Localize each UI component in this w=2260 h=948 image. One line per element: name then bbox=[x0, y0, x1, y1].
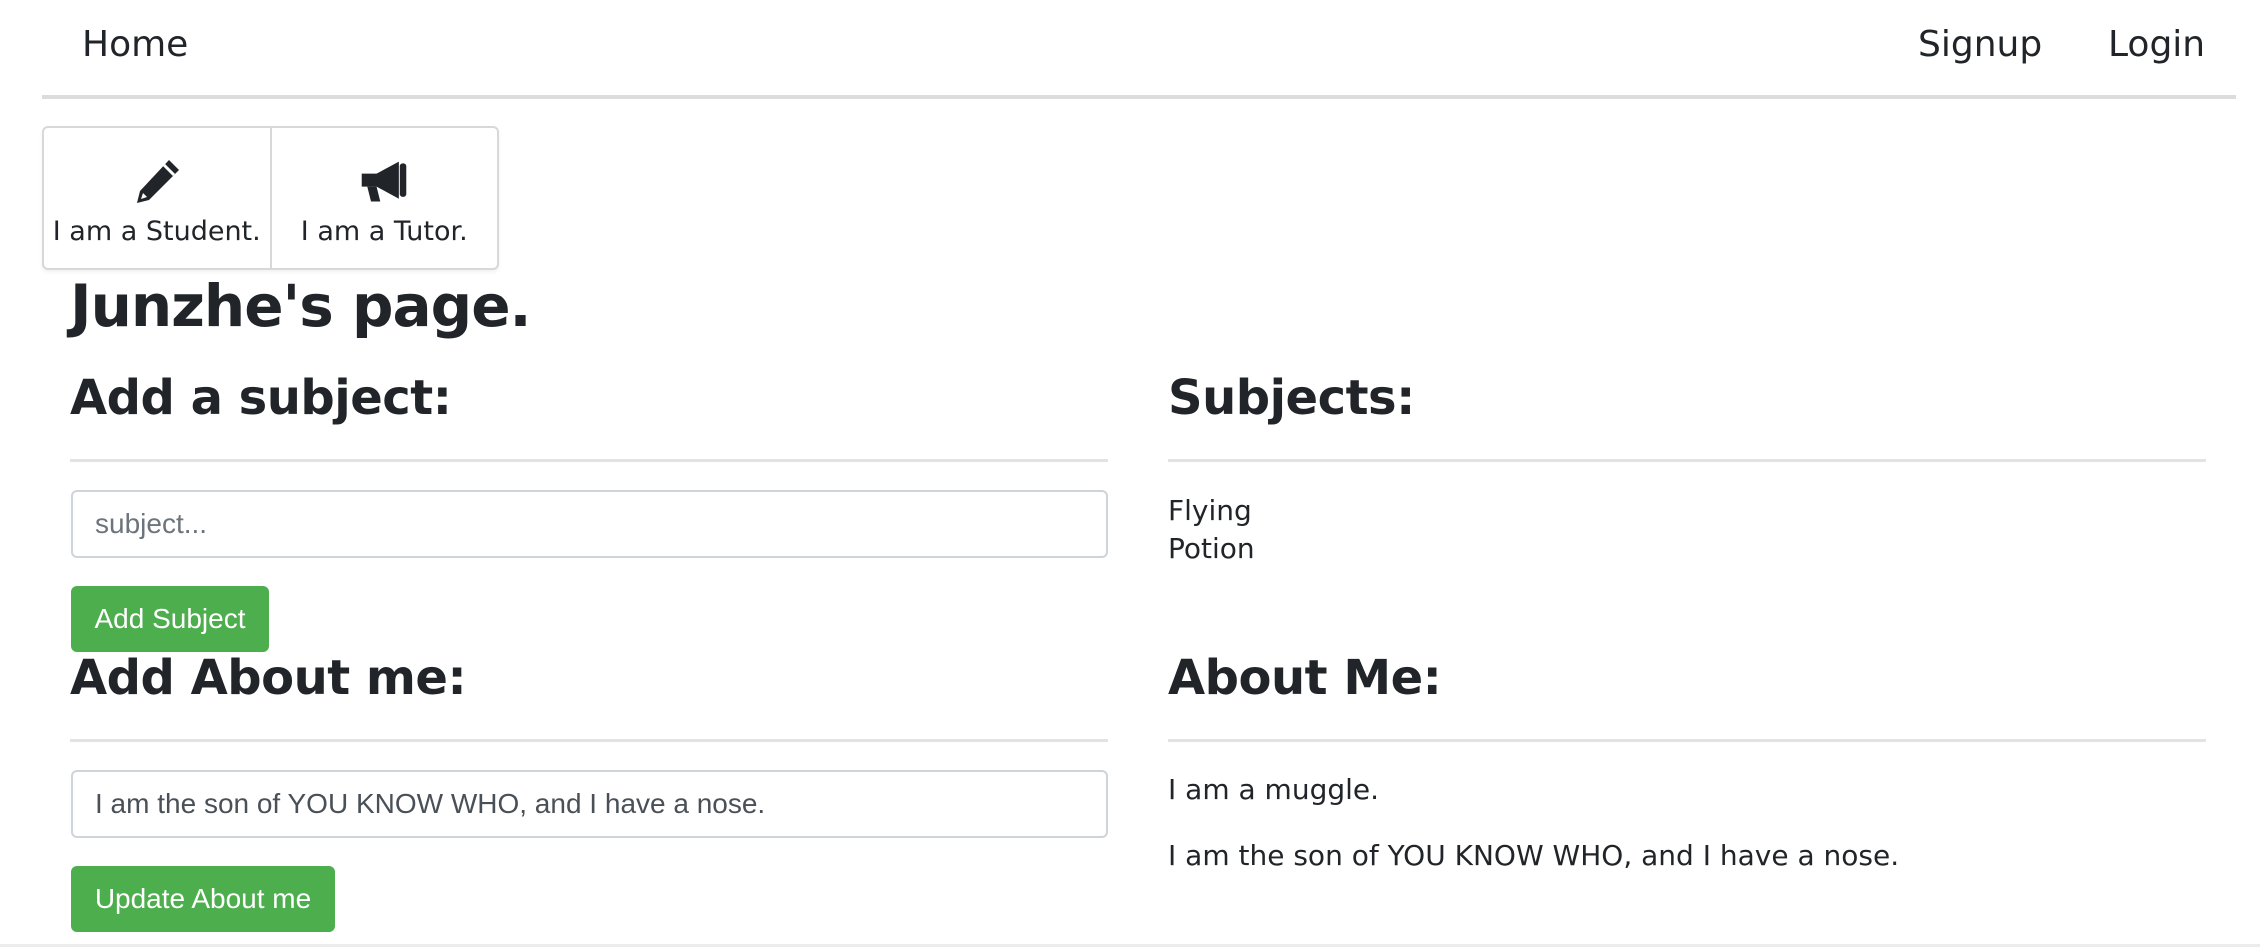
add-subject-heading: Add a subject: bbox=[70, 370, 452, 426]
subject-item: Flying bbox=[1168, 494, 1252, 527]
nav-signup-link[interactable]: Signup bbox=[1918, 24, 2042, 65]
role-selector: I am a Student. I am a Tutor. bbox=[42, 126, 499, 270]
megaphone-icon bbox=[361, 161, 407, 201]
subjects-heading: Subjects: bbox=[1168, 370, 1415, 426]
pencil-icon bbox=[136, 159, 179, 203]
page-title: Junzhe's page. bbox=[70, 272, 532, 340]
tutor-role-button[interactable]: I am a Tutor. bbox=[269, 128, 498, 268]
tutor-role-label: I am a Tutor. bbox=[300, 215, 468, 247]
add-about-heading: Add About me: bbox=[70, 650, 467, 706]
add-about-divider bbox=[70, 739, 1108, 742]
add-subject-divider bbox=[70, 459, 1108, 462]
top-navbar: Home Signup Login bbox=[42, 0, 2236, 99]
about-me-divider bbox=[1168, 739, 2206, 742]
nav-login-link[interactable]: Login bbox=[2108, 24, 2205, 65]
nav-home-link[interactable]: Home bbox=[82, 24, 188, 65]
about-me-input[interactable] bbox=[71, 770, 1108, 838]
update-about-button[interactable]: Update About me bbox=[71, 866, 335, 932]
about-me-line: I am a muggle. bbox=[1168, 773, 1380, 806]
about-me-heading: About Me: bbox=[1168, 650, 1442, 706]
student-role-label: I am a Student. bbox=[52, 215, 261, 247]
subjects-divider bbox=[1168, 459, 2206, 462]
add-subject-button[interactable]: Add Subject bbox=[71, 586, 269, 652]
subjects-list: Flying Potion bbox=[1168, 492, 1255, 568]
about-me-line: I am the son of YOU KNOW WHO, and I have… bbox=[1168, 839, 1900, 872]
subject-item: Potion bbox=[1168, 532, 1255, 565]
subject-input[interactable] bbox=[71, 490, 1108, 558]
page-bottom-border bbox=[0, 944, 2260, 947]
student-role-button[interactable]: I am a Student. bbox=[44, 128, 270, 268]
